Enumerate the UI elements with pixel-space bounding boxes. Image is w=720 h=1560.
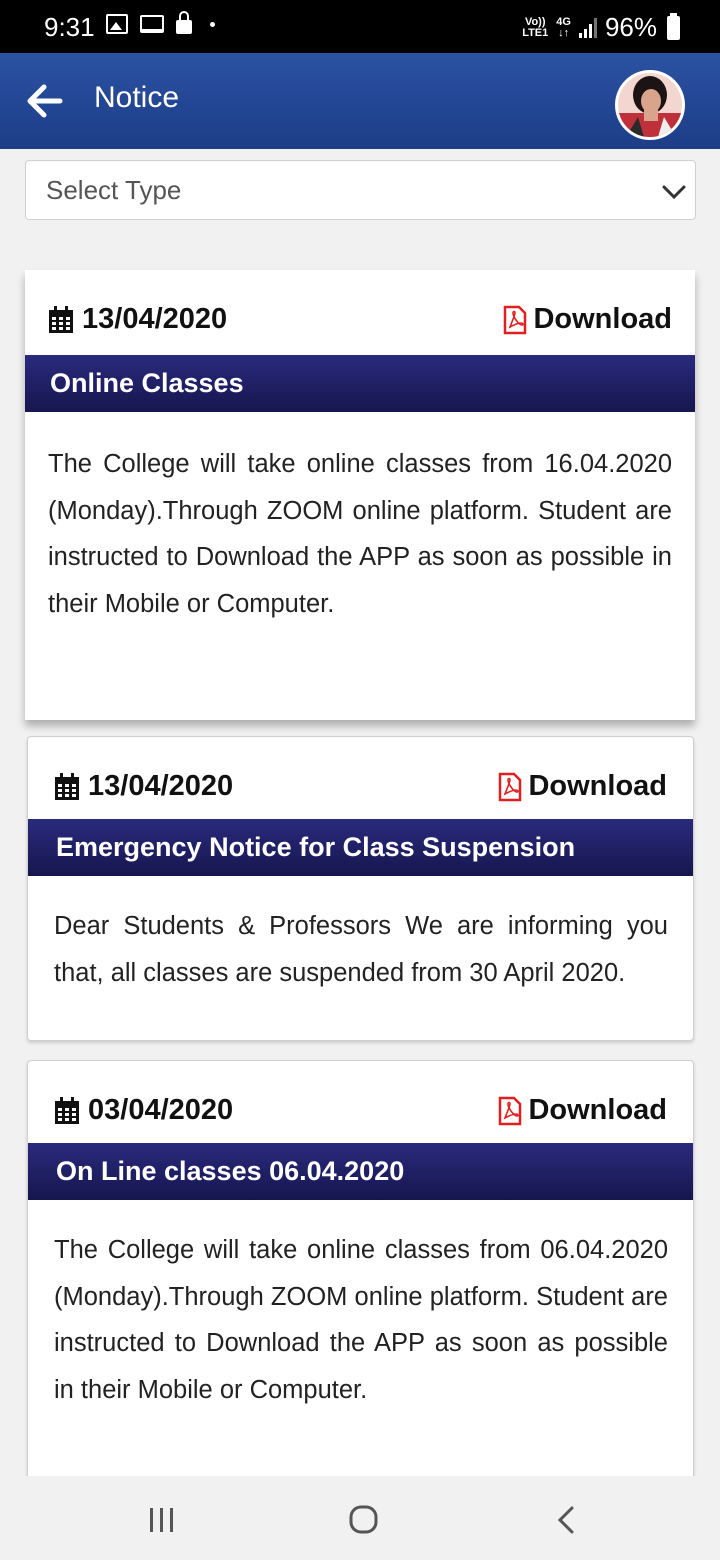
system-status: Vo)) LTE1 4G ↓↑ 96% [522, 12, 680, 43]
notice-body: The College will take online classes fro… [54, 1236, 668, 1404]
download-button[interactable]: Download [503, 303, 672, 336]
select-type-label: Select Type [46, 175, 182, 205]
image-notification-icon [106, 14, 128, 34]
pdf-file-icon [499, 772, 522, 801]
notice-card: 13/04/2020 Download Online Classes The C… [25, 270, 695, 720]
notice-date: 13/04/2020 [48, 303, 227, 336]
notification-icons [106, 11, 215, 34]
status-bar: 9:31 Vo)) LTE1 4G ↓↑ 96% [0, 0, 720, 53]
home-icon [349, 1505, 378, 1534]
lock-icon [176, 11, 192, 34]
calendar-icon [49, 305, 73, 333]
back-nav-button[interactable] [546, 1500, 586, 1540]
type-select[interactable]: Select Type [25, 160, 696, 220]
profile-photo-icon [618, 73, 682, 137]
notice-body: Dear Students & Professors We are inform… [54, 912, 668, 987]
more-notifications-dot-icon [210, 21, 215, 27]
notice-title: Emergency Notice for Class Suspension [28, 819, 693, 876]
pdf-file-icon [499, 1096, 522, 1125]
download-button[interactable]: Download [498, 1094, 667, 1127]
arrow-back-icon [27, 84, 63, 118]
home-button[interactable] [343, 1500, 383, 1540]
notice-list-screen[interactable]: Select Type 13/04/2020 Download Online C… [0, 149, 720, 1476]
app-bar: Notice [0, 53, 720, 149]
notice-date: 13/04/2020 [54, 770, 233, 803]
battery-percent: 96% [604, 12, 657, 42]
notice-date: 03/04/2020 [54, 1094, 233, 1127]
chevron-down-icon [662, 185, 686, 200]
avatar[interactable] [615, 70, 685, 140]
notice-title: Online Classes [25, 355, 695, 412]
signal-strength-icon [578, 17, 597, 38]
network-type-indicator: 4G ↓↑ [556, 15, 571, 39]
notice-title: On Line classes 06.04.2020 [28, 1143, 693, 1200]
system-navigation-bar [0, 1476, 720, 1560]
notice-date-text: 13/04/2020 [88, 770, 234, 802]
status-time: 9:31 [44, 12, 95, 42]
calendar-icon [55, 772, 79, 800]
pdf-file-icon [504, 305, 527, 334]
notice-body: The College will take online classes fro… [48, 450, 672, 618]
volte-indicator: Vo)) LTE1 [522, 15, 549, 39]
page-title: Notice [94, 81, 180, 114]
notice-date-text: 13/04/2020 [82, 303, 228, 335]
chevron-left-icon [557, 1506, 574, 1534]
notice-card: 13/04/2020 Download Emergency Notice for… [27, 736, 694, 1041]
notice-date-text: 03/04/2020 [88, 1094, 234, 1126]
recent-apps-icon [150, 1508, 173, 1532]
battery-icon [667, 12, 680, 40]
download-label: Download [528, 1094, 667, 1126]
back-button[interactable] [24, 81, 64, 121]
download-button[interactable]: Download [498, 770, 667, 803]
recent-apps-button[interactable] [142, 1500, 182, 1540]
notice-card: 03/04/2020 Download On Line classes 06.0… [27, 1060, 694, 1476]
laptop-notification-icon [140, 15, 164, 33]
download-label: Download [533, 303, 672, 335]
download-label: Download [528, 770, 667, 802]
calendar-icon [55, 1096, 79, 1124]
